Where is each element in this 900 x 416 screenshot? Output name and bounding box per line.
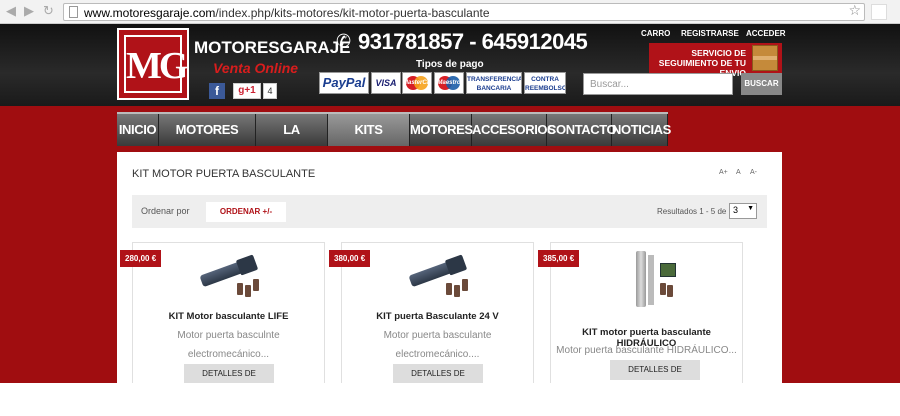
maestro-logo: Maestro — [434, 72, 464, 94]
product-description-1: Motor puerta basculante — [383, 330, 492, 341]
product-title[interactable]: KIT Motor basculante LIFE — [133, 311, 324, 322]
product-title[interactable]: KIT puerta Basculante 24 V — [342, 311, 533, 322]
phone-numbers: 931781857 - 645912045 — [358, 29, 588, 54]
font-increase-button[interactable]: A+ — [719, 169, 728, 176]
url-text: www.motoresgaraje.com/index.php/kits-mot… — [84, 6, 490, 20]
menu-item-motores-garaje[interactable]: MOTORES GARAJE — [159, 114, 256, 169]
chevron-down-icon: ▼ — [747, 205, 754, 212]
shipment-tracking-banner[interactable]: SERVICIO DE SEGUIMIENTO DE TU ENVIO — [649, 43, 782, 78]
product-description-2: electromecánico.... — [395, 349, 480, 360]
mastercard-logo: MasterCard — [402, 72, 432, 94]
product-description-2: electromecánico... — [187, 349, 270, 360]
results-count: Resultados 1 - 5 de 5 — [657, 207, 734, 216]
cash-on-delivery-logo: CONTRA REEMBOLSO — [524, 72, 566, 94]
site-header: MG MOTORESGARAJE Venta Online f g+1 4 ✆ … — [0, 24, 900, 106]
brand-tagline: Venta Online — [213, 60, 299, 76]
bank-transfer-logo: TRANSFERENCIA BANCARIA — [466, 72, 522, 94]
main-menu: INICIO MOTORES GARAJE LA EMPRESA KITS MO… — [117, 112, 671, 169]
visa-logo: VISA — [371, 72, 401, 94]
font-reset-button[interactable]: A — [736, 169, 741, 176]
price-badge: 380,00 € — [329, 250, 371, 267]
search-button[interactable]: BUSCAR — [741, 73, 782, 95]
menu-item-contacto[interactable]: CONTACTO — [547, 114, 617, 146]
product-details-button[interactable]: DETALLES DE PRODUCTO — [610, 360, 700, 394]
menu-item-accesorios[interactable]: ACCESORIOS — [472, 114, 556, 146]
brand-name: MOTORESGARAJE — [194, 38, 351, 57]
forward-icon[interactable]: ▶ — [24, 4, 34, 19]
page-icon — [69, 6, 78, 18]
sort-label: Ordenar por — [141, 206, 190, 216]
menu-item-inicio[interactable]: INICIO — [117, 114, 159, 146]
search-input[interactable]: Buscar... — [583, 73, 733, 95]
page-bottom — [0, 383, 900, 416]
address-bar[interactable]: www.motoresgaraje.com/index.php/kits-mot… — [63, 3, 865, 21]
per-page-select[interactable]: 3 ▼ — [729, 203, 757, 219]
product-details-button[interactable]: DETALLES DE PRODUCTO — [184, 364, 274, 398]
product-description-1: Motor puerta basculante HIDRÁULICO... — [556, 345, 737, 356]
page-title: KIT MOTOR PUERTA BASCULANTE — [132, 168, 316, 180]
menu-item-noticias[interactable]: NOTICIAS — [612, 114, 671, 146]
product-description-1: Motor puerta basculnte — [177, 330, 280, 341]
sort-button[interactable]: ORDENAR +/- — [206, 202, 286, 222]
product-image[interactable] — [199, 254, 270, 297]
google-plus-button[interactable]: g+1 — [233, 83, 261, 99]
sort-bar: Ordenar por ORDENAR +/- Resultados 1 - 5… — [132, 195, 767, 228]
browser-toolbar: ◀ ▶ ↻ www.motoresgaraje.com/index.php/ki… — [0, 0, 900, 24]
back-icon[interactable]: ◀ — [6, 4, 16, 19]
phone-icon: ✆ — [336, 31, 352, 52]
menu-item-la-empresa[interactable]: LA EMPRESA — [256, 114, 328, 169]
menu-item-kits-motores[interactable]: KITS MOTORES — [328, 114, 410, 169]
price-badge: 385,00 € — [538, 250, 580, 267]
google-plus-count: 4 — [263, 83, 277, 99]
menu-item-motores[interactable]: MOTORES — [410, 114, 473, 146]
package-icon — [752, 45, 778, 71]
paypal-logo: PayPal — [319, 72, 369, 94]
per-page-value: 3 — [733, 205, 739, 215]
reload-icon[interactable]: ↻ — [43, 4, 54, 19]
facebook-icon[interactable]: f — [209, 83, 225, 99]
product-image[interactable] — [636, 251, 681, 311]
product-image[interactable] — [408, 254, 479, 297]
product-details-button[interactable]: DETALLES DE PRODUCTO — [393, 364, 483, 398]
browser-menu-icon[interactable] — [871, 4, 887, 20]
login-link[interactable]: ACCEDER — [746, 29, 786, 38]
logo-text: MG — [124, 35, 188, 93]
logo[interactable]: MG — [117, 28, 189, 100]
content-panel: KIT MOTOR PUERTA BASCULANTE A+ A A- Orde… — [117, 152, 782, 398]
cart-link[interactable]: CARRO — [641, 29, 670, 38]
font-decrease-button[interactable]: A- — [750, 169, 757, 176]
payment-title: Tipos de pago — [416, 59, 484, 70]
register-link[interactable]: REGISTRARSE — [681, 29, 739, 38]
bookmark-star-icon[interactable]: ☆ — [848, 3, 861, 19]
price-badge: 280,00 € — [120, 250, 162, 267]
